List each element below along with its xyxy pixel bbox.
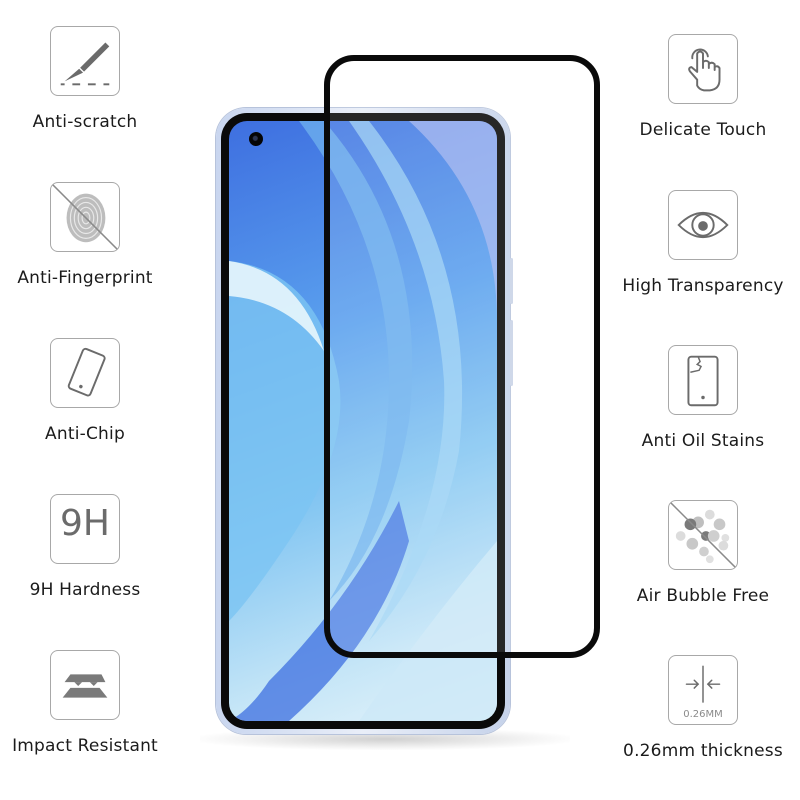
phone-tilted-icon <box>50 338 120 408</box>
thickness-arrows-icon: 0.26MM <box>668 655 738 725</box>
feature-label: 0.26mm thickness <box>623 741 783 761</box>
feature-label: 9H Hardness <box>29 580 141 600</box>
fingerprint-crossed-icon <box>50 182 120 252</box>
feature-air-bubble-free: Air Bubble Free <box>618 500 788 606</box>
thickness-icon-text: 0.26MM <box>683 709 723 720</box>
feature-label: Anti-Fingerprint <box>17 268 153 288</box>
feature-anti-fingerprint: Anti-Fingerprint <box>0 182 170 288</box>
feature-label: Delicate Touch <box>639 120 767 140</box>
phone-oil-stain-icon <box>668 345 738 415</box>
feature-label: Air Bubble Free <box>636 586 770 606</box>
bubbles-crossed-icon <box>668 500 738 570</box>
touch-hand-icon <box>668 34 738 104</box>
feature-9h-hardness: 9H 9H Hardness <box>0 494 170 600</box>
front-camera <box>249 132 263 146</box>
feature-anti-chip: Anti-Chip <box>0 338 170 444</box>
feature-delicate-touch: Delicate Touch <box>618 34 788 140</box>
feature-anti-oil-stains: Anti Oil Stains <box>618 345 788 451</box>
feature-label: Anti-Chip <box>45 424 125 444</box>
feature-high-transparency: High Transparency <box>618 190 788 296</box>
eye-icon <box>668 190 738 260</box>
feature-label: Anti-scratch <box>32 112 138 132</box>
feature-impact-resistant: Impact Resistant <box>0 650 170 756</box>
feature-label: High Transparency <box>622 276 784 296</box>
feature-label: Impact Resistant <box>12 736 158 756</box>
feature-anti-scratch: Anti-scratch <box>0 26 170 132</box>
feature-thickness: 0.26MM 0.26mm thickness <box>618 655 788 761</box>
9h-icon-text: 9H <box>60 503 110 544</box>
scalpel-icon <box>50 26 120 96</box>
feature-label: Anti Oil Stains <box>641 431 765 451</box>
screen-protector-glass <box>324 55 600 658</box>
layers-impact-icon <box>50 650 120 720</box>
9h-icon: 9H <box>50 494 120 564</box>
